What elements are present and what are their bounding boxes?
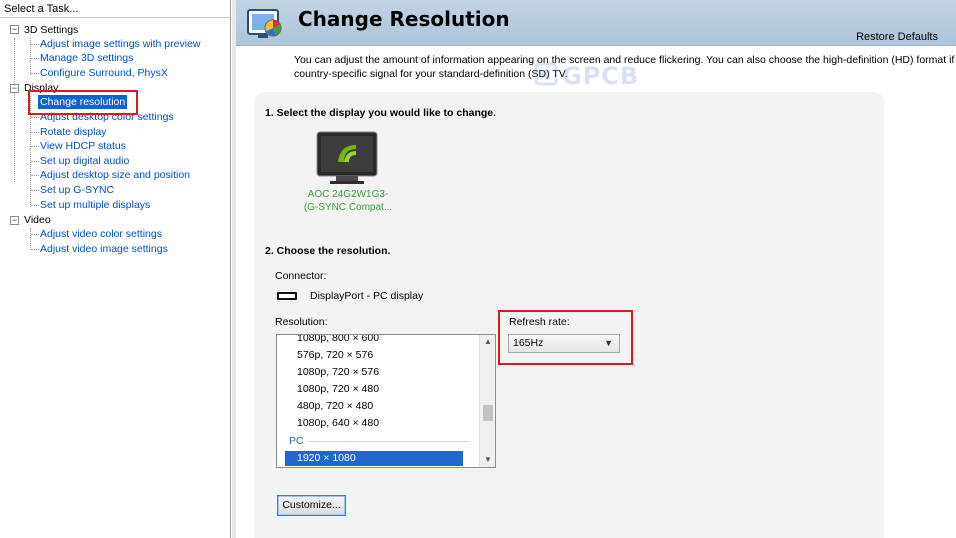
tree-branch (31, 249, 39, 250)
page-title: Change Resolution (298, 7, 510, 31)
scroll-down-icon[interactable]: ▼ (480, 453, 495, 467)
display-name-line-2: (G-SYNC Compat... (303, 202, 393, 213)
restore-defaults-link[interactable]: Restore Defaults (856, 31, 938, 43)
display-label[interactable]: AOC 24G2W1G3- (G-SYNC Compat... (302, 188, 394, 214)
connector-label: Connector: (275, 270, 327, 282)
resolution-option[interactable]: 1080p, 640 × 480 (297, 415, 379, 432)
tree-branch (31, 175, 39, 176)
task-adjust-video-color[interactable]: Adjust video color settings (40, 227, 162, 241)
tree-branch (31, 73, 39, 74)
tree-toggle-display[interactable]: − (10, 84, 19, 93)
task-adjust-video-image[interactable]: Adjust video image settings (40, 242, 168, 256)
resolution-option[interactable]: 1080p, 800 × 600 (297, 335, 379, 347)
connector-value: DisplayPort - PC display (310, 290, 424, 302)
tree-branch (31, 161, 39, 162)
tree-branch (31, 58, 39, 59)
task-set-up-multiple-displays[interactable]: Set up multiple displays (40, 198, 150, 212)
resolution-scrollbar[interactable]: ▲ ▼ (479, 335, 495, 467)
watermark-text: GPCB (562, 62, 640, 90)
task-rotate-display[interactable]: Rotate display (40, 125, 107, 139)
task-set-up-digital-audio[interactable]: Set up digital audio (40, 154, 129, 168)
tree-branch (31, 205, 39, 206)
watermark-logo: GPCB (534, 62, 654, 92)
tree-category-video[interactable]: Video (24, 213, 51, 227)
tree-line (14, 38, 15, 182)
group-divider (307, 441, 470, 442)
step-1-title: 1. Select the display you would like to … (265, 107, 497, 119)
customize-button[interactable]: Customize... (277, 495, 346, 516)
task-view-hdcp-status[interactable]: View HDCP status (40, 139, 126, 153)
task-panel-divider (0, 17, 231, 18)
highlight-box-change-resolution (28, 90, 138, 115)
task-adjust-image-settings[interactable]: Adjust image settings with preview (40, 37, 201, 51)
step-2-title: 2. Choose the resolution. (265, 245, 391, 257)
displayport-icon (277, 292, 297, 300)
task-configure-surround[interactable]: Configure Surround, PhysX (40, 66, 168, 80)
tree-line (30, 228, 31, 250)
resolution-option[interactable]: 480p, 720 × 480 (297, 398, 373, 415)
task-adjust-desktop-size[interactable]: Adjust desktop size and position (40, 168, 190, 182)
tree-branch (31, 190, 39, 191)
watermark-icon (534, 62, 558, 86)
monitor-icon[interactable] (316, 131, 378, 185)
tree-branch (31, 117, 39, 118)
highlight-box-refresh-rate (498, 310, 633, 365)
task-panel-header: Select a Task... (4, 3, 79, 15)
task-manage-3d-settings[interactable]: Manage 3D settings (40, 51, 133, 65)
page-header: Change Resolution Restore Defaults (236, 0, 956, 46)
tree-branch (31, 146, 39, 147)
tree-branch (31, 132, 39, 133)
resolution-group-pc: PC (289, 435, 304, 447)
resolution-listbox[interactable]: 1080p, 800 × 600 576p, 720 × 576 1080p, … (276, 334, 496, 468)
resolution-label: Resolution: (275, 316, 328, 328)
main-panel: Change Resolution Restore Defaults You c… (236, 0, 956, 538)
resolution-option[interactable]: 1080p, 720 × 576 (297, 364, 379, 381)
tree-branch (31, 44, 39, 45)
tree-toggle-3d-settings[interactable]: − (10, 25, 19, 34)
resolution-option[interactable]: 576p, 720 × 576 (297, 347, 373, 364)
scroll-up-icon[interactable]: ▲ (480, 335, 495, 349)
scroll-thumb[interactable] (483, 405, 493, 421)
display-name-line-1: AOC 24G2W1G3- (307, 189, 389, 200)
resolution-option-selected[interactable]: 1920 × 1080 (285, 451, 463, 466)
change-resolution-header-icon (247, 9, 282, 38)
task-set-up-gsync[interactable]: Set up G-SYNC (40, 183, 114, 197)
task-panel: Select a Task... − 3D Settings Adjust im… (0, 0, 231, 538)
tree-toggle-video[interactable]: − (10, 216, 19, 225)
tree-category-3d-settings[interactable]: 3D Settings (24, 23, 78, 37)
tree-branch (31, 234, 39, 235)
resolution-option[interactable]: 1080p, 720 × 480 (297, 381, 379, 398)
